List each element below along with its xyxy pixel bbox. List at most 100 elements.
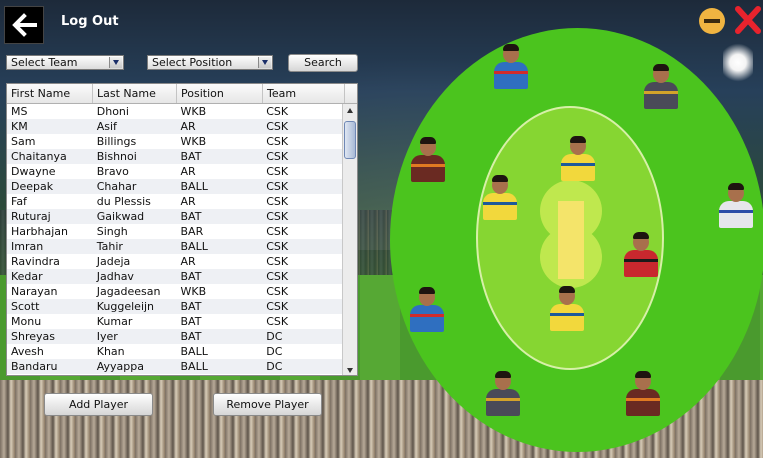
first-name-cell: Dwayne [11, 165, 56, 178]
player-jersey [626, 389, 660, 416]
player-1[interactable] [492, 44, 530, 89]
player-hair [503, 44, 519, 51]
team-select-value: Select Team [11, 56, 78, 69]
players-table: First Name Last Name Position Team MS Dho… [6, 83, 358, 376]
table-row[interactable]: Ravindra Jadeja AR CSK [7, 254, 344, 269]
player-jersey [486, 389, 520, 416]
first-name-cell: KM [11, 120, 28, 133]
player-jersey [483, 193, 517, 220]
table-row[interactable]: Monu Kumar BAT CSK [7, 314, 344, 329]
player-2[interactable] [642, 64, 680, 109]
player-11[interactable] [624, 371, 662, 416]
last-name-cell: Kuggeleijn [96, 300, 155, 313]
last-name-cell: Chahar [96, 180, 137, 193]
table-scrollbar[interactable] [342, 104, 357, 375]
position-cell: AR [180, 195, 196, 208]
table-row[interactable]: Kedar Jadhav BAT CSK [7, 269, 344, 284]
table-row[interactable]: KM Asif AR CSK [7, 119, 344, 134]
team-cell: CSK [266, 195, 289, 208]
add-player-button[interactable]: Add Player [44, 393, 153, 416]
column-header-team[interactable]: Team [263, 84, 345, 103]
player-jersey [411, 155, 445, 182]
player-jersey [410, 305, 444, 332]
player-4[interactable] [559, 136, 597, 181]
player-3[interactable] [409, 137, 447, 182]
table-row[interactable]: Sam Billings WKB CSK [7, 134, 344, 149]
minimize-icon [704, 19, 720, 23]
first-name-cell: Bandaru [11, 360, 58, 373]
table-row[interactable]: Dwayne Bravo AR CSK [7, 164, 344, 179]
player-jersey-stripe [494, 71, 528, 74]
position-select-value: Select Position [152, 56, 233, 69]
player-7[interactable] [622, 232, 660, 277]
team-cell: CSK [266, 255, 289, 268]
player-5[interactable] [481, 175, 519, 220]
position-select[interactable]: Select Position [147, 55, 273, 70]
column-header-last-name[interactable]: Last Name [93, 84, 177, 103]
first-name-cell: MS [11, 105, 28, 118]
position-cell: BAT [180, 300, 202, 313]
table-row[interactable]: Ruturaj Gaikwad BAT CSK [7, 209, 344, 224]
player-jersey [494, 62, 528, 89]
last-name-cell: Billings [96, 135, 137, 148]
table-row[interactable]: Shreyas Iyer BAT DC [7, 329, 344, 344]
table-row[interactable]: Faf du Plessis AR CSK [7, 194, 344, 209]
first-name-cell: Faf [11, 195, 27, 208]
position-cell: BALL [180, 345, 208, 358]
table-row[interactable]: Chaitanya Bishnoi BAT CSK [7, 149, 344, 164]
team-cell: CSK [266, 300, 289, 313]
position-cell: BAT [180, 150, 202, 163]
last-name-cell: Jadhav [96, 270, 134, 283]
player-hair [728, 183, 744, 190]
last-name-cell: Kumar [96, 315, 133, 328]
player-jersey-stripe [483, 202, 517, 205]
table-row[interactable]: Harbhajan Singh BAR CSK [7, 224, 344, 239]
table-row[interactable]: Avesh Khan BALL DC [7, 344, 344, 359]
table-body: MS Dhoni WKB CSK KM Asif AR CSK Sam Billings WKB CS… [7, 104, 344, 374]
scroll-down-icon[interactable] [343, 364, 356, 375]
first-name-cell: Ruturaj [11, 210, 51, 223]
player-hair [495, 371, 511, 378]
player-jersey-stripe [410, 314, 444, 317]
player-hair [492, 175, 508, 182]
position-cell: BAR [180, 225, 204, 238]
team-cell: CSK [266, 180, 289, 193]
team-cell: CSK [266, 120, 289, 133]
search-button[interactable]: Search [288, 54, 358, 72]
scroll-up-icon[interactable] [343, 104, 356, 116]
close-button[interactable] [735, 6, 761, 34]
last-name-cell: Jadeja [96, 255, 131, 268]
column-header-position[interactable]: Position [177, 84, 263, 103]
player-9[interactable] [548, 286, 586, 331]
table-row[interactable]: Deepak Chahar BALL CSK [7, 179, 344, 194]
scrollbar-thumb[interactable] [344, 121, 356, 159]
player-8[interactable] [408, 287, 446, 332]
first-name-cell: Kedar [11, 270, 43, 283]
table-row[interactable]: Bandaru Ayyappa BALL DC [7, 359, 344, 374]
last-name-cell: Dhoni [96, 105, 129, 118]
last-name-cell: Iyer [96, 330, 118, 343]
table-row[interactable]: Imran Tahir BALL CSK [7, 239, 344, 254]
player-jersey-stripe [561, 163, 595, 166]
first-name-cell: Avesh [11, 345, 44, 358]
logout-link[interactable]: Log Out [61, 14, 119, 29]
team-cell: DC [266, 360, 283, 373]
player-jersey-stripe [719, 210, 753, 213]
team-select[interactable]: Select Team [6, 55, 124, 70]
last-name-cell: Ayyappa [96, 360, 144, 373]
table-row[interactable]: Narayan Jagadeesan WKB CSK [7, 284, 344, 299]
remove-player-button[interactable]: Remove Player [213, 393, 322, 416]
table-row[interactable]: MS Dhoni WKB CSK [7, 104, 344, 119]
position-cell: WKB [180, 285, 207, 298]
player-jersey [624, 250, 658, 277]
position-cell: AR [180, 120, 196, 133]
table-row[interactable]: Scott Kuggeleijn BAT CSK [7, 299, 344, 314]
player-6[interactable] [717, 183, 755, 228]
back-button[interactable] [4, 6, 44, 44]
chevron-down-icon [258, 57, 271, 68]
player-10[interactable] [484, 371, 522, 416]
team-cell: CSK [266, 210, 289, 223]
minimize-button[interactable] [699, 8, 725, 34]
first-name-cell: Deepak [11, 180, 54, 193]
column-header-first-name[interactable]: First Name [7, 84, 93, 103]
